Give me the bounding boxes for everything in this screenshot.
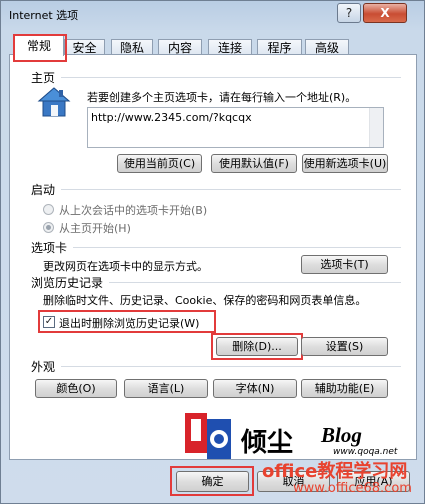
use-new-tab-button[interactable]: 使用新选项卡(U) [302, 154, 388, 173]
highlight-ok-button [170, 466, 254, 496]
radio-homepage[interactable] [43, 222, 54, 233]
internet-options-window: Internet 选项 ? X 常规 安全 隐私 内容 连接 程序 高级 主页 … [0, 0, 425, 504]
watermark-url: www.office68.com [293, 481, 412, 496]
homepage-section-label: 主页 [31, 71, 56, 85]
qoqa-logo-icon [185, 413, 231, 459]
colors-button[interactable]: 颜色(O) [35, 379, 117, 398]
divider [61, 77, 401, 78]
highlight-general-tab [13, 34, 67, 62]
watermark-blog: Blog [321, 423, 362, 447]
tabs-description: 更改网页在选项卡中的显示方式。 [43, 260, 208, 273]
history-description: 删除临时文件、历史记录、Cookie、保存的密码和网页表单信息。 [43, 294, 367, 307]
radio-last-session[interactable] [43, 204, 54, 215]
highlight-delete-on-exit [38, 310, 216, 333]
fonts-button[interactable]: 字体(N) [213, 379, 297, 398]
watermark-site: www.qoqa.net [333, 447, 398, 457]
homepage-url-textarea[interactable]: http://www.2345.com/?kqcqx [87, 107, 384, 148]
accessibility-button[interactable]: 辅助功能(E) [301, 379, 388, 398]
homepage-description: 若要创建多个主页选项卡，请在每行输入一个地址(R)。 [87, 91, 357, 104]
window-title: Internet 选项 [9, 9, 79, 22]
divider [61, 366, 401, 367]
url-scrollbar[interactable] [369, 108, 383, 147]
radio-homepage-label: 从主页开始(H) [59, 222, 131, 235]
homepage-url-text: http://www.2345.com/?kqcqx [91, 111, 252, 124]
use-current-button[interactable]: 使用当前页(C) [117, 154, 202, 173]
radio-last-session-label: 从上次会话中的选项卡开始(B) [59, 204, 208, 217]
use-default-button[interactable]: 使用默认值(F) [211, 154, 297, 173]
divider [61, 189, 401, 190]
divider [109, 282, 401, 283]
startup-section-label: 启动 [31, 183, 56, 197]
close-button[interactable]: X [363, 3, 407, 23]
appearance-section-label: 外观 [31, 360, 56, 374]
watermark-brand: 倾尘 [241, 428, 294, 458]
watermark-overlay: office教程学习网 [262, 461, 408, 482]
tabs-section-label: 选项卡 [31, 241, 68, 255]
languages-button[interactable]: 语言(L) [124, 379, 208, 398]
history-settings-button[interactable]: 设置(S) [301, 337, 388, 356]
tabs-settings-button[interactable]: 选项卡(T) [301, 255, 388, 274]
help-button[interactable]: ? [337, 3, 361, 23]
history-section-label: 浏览历史记录 [31, 276, 104, 290]
divider [73, 247, 401, 248]
home-icon [37, 87, 71, 117]
highlight-delete-button [211, 333, 303, 360]
